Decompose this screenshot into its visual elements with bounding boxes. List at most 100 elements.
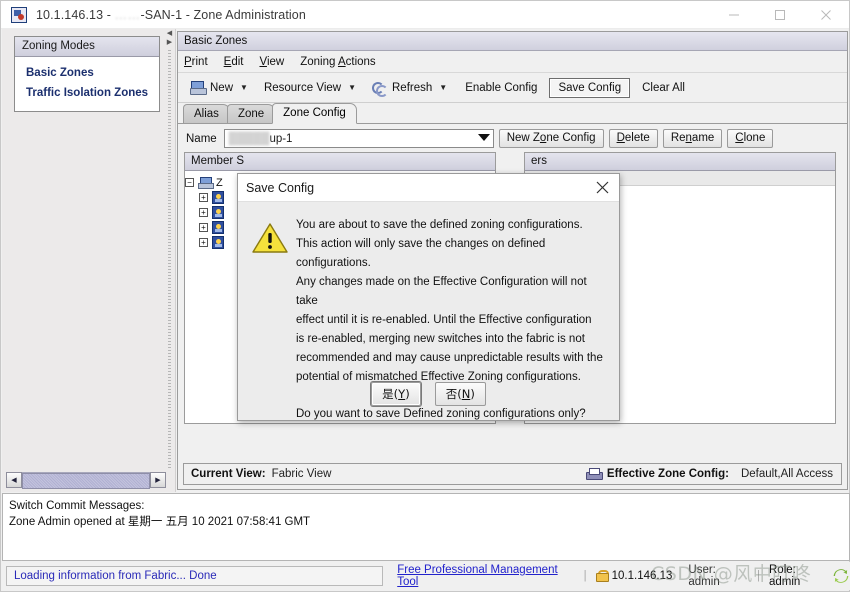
menu-print[interactable]: Print [184,56,208,68]
zone-config-value: up-1 [269,132,293,145]
panel-splitter[interactable]: ◀ ▶ [164,29,175,470]
dialog-message-line: is re-enabled, merging new switches into… [296,333,585,345]
current-user: User: admin [688,564,720,588]
new-icon [190,80,207,95]
commit-messages-title: Switch Commit Messages: [9,500,145,512]
name-label: Name [186,132,217,145]
name-row: Name █████ up-1 New Zone Config Delete Re… [178,124,847,152]
dialog-message-line: Any changes made on the Effective Config… [296,276,587,307]
close-button[interactable] [803,1,849,29]
new-button[interactable]: New ▼ [184,78,254,98]
member-icon [212,221,224,234]
maximize-button[interactable] [757,1,803,29]
member-icon [212,191,224,204]
member-icon [212,206,224,219]
bottom-status-bar: Loading information from Fabric... Done … [2,562,850,590]
refresh-label: Refresh [392,81,433,94]
effective-zone-config-label: Effective Zone Config: [606,468,729,480]
zoning-modes-panel: Zoning Modes Basic Zones Traffic Isolati… [14,36,160,112]
dialog-message-line: recommended and may cause unpredictable … [296,352,603,364]
dialog-yes-button[interactable]: 是(Y) [371,382,421,406]
lock-icon [595,570,609,582]
dialog-message-line: You are about to save the defined zoning… [296,219,583,231]
switch-commit-messages: Switch Commit Messages: Zone Admin opene… [2,493,850,561]
new-zone-config-button[interactable]: New Zone Config [498,129,604,148]
dialog-close-icon[interactable] [585,174,619,202]
sidebar-item-traffic-isolation-zones[interactable]: Traffic Isolation Zones [15,83,159,103]
current-view-value: Fabric View [271,468,332,480]
tree-toggle-icon[interactable]: + [199,223,208,232]
window-title-suffix: -SAN-1 - Zone Administration [140,7,306,22]
zone-config-value-redacted: █████ [228,132,270,145]
rename-button[interactable]: Rename [662,129,723,148]
chevron-down-icon[interactable] [477,134,490,141]
sync-icon[interactable] [832,567,850,585]
tree-toggle-icon[interactable]: − [185,178,194,187]
tree-toggle-icon[interactable]: + [199,238,208,247]
zone-config-select[interactable]: █████ up-1 [223,129,494,148]
user-role-separator: | [757,570,760,582]
connection-ip: 10.1.146.13 [611,570,673,582]
free-professional-management-tool-link[interactable]: Free Professional Management Tool [397,564,574,588]
refresh-button[interactable]: Refresh ▼ [366,78,453,98]
main-panel-title: Basic Zones [178,32,847,51]
zone-administration-window: 10.1.146.13 - ……-SAN-1 - Zone Administra… [0,0,850,592]
enable-config-button[interactable]: Enable Config [457,78,546,97]
delete-button[interactable]: Delete [608,129,658,148]
bottom-separator: | [583,570,587,582]
zoning-modes-title: Zoning Modes [15,37,159,57]
commit-message-line: Zone Admin opened at 星期一 五月 10 2021 07:5… [9,516,311,528]
splitter-grip[interactable] [168,50,171,470]
current-role: Role: admin [769,564,801,588]
tab-alias[interactable]: Alias [183,104,230,123]
minimize-button[interactable] [711,1,757,29]
menu-zoning-actions[interactable]: Zoning Actions [300,56,375,68]
resource-view-dropdown-icon[interactable]: ▼ [348,83,356,92]
scrollbar-track[interactable] [22,472,150,489]
resource-view-button[interactable]: Resource View ▼ [258,79,362,97]
tab-zone-config[interactable]: Zone Config [272,103,357,124]
zone-config-members-header: ers [525,153,835,171]
scroll-right-icon[interactable]: ▶ [150,472,166,488]
loading-status: Loading information from Fabric... Done [6,566,384,586]
window-title: 10.1.146.13 - ……-SAN-1 - Zone Administra… [36,8,306,22]
tab-zone[interactable]: Zone [226,104,276,123]
zoning-modes-list: Basic Zones Traffic Isolation Zones [15,57,159,111]
sidebar: Zoning Modes Basic Zones Traffic Isolati… [2,29,176,492]
sidebar-item-basic-zones[interactable]: Basic Zones [15,63,159,83]
sidebar-horizontal-scrollbar[interactable]: ◀ ▶ [6,472,166,489]
menu-edit[interactable]: Edit [224,56,244,68]
dialog-no-button[interactable]: 否(N) [434,382,486,406]
tree-toggle-icon[interactable]: + [199,208,208,217]
resource-view-label: Resource View [263,81,342,94]
window-title-prefix: 10.1.146.13 - [36,7,115,22]
window-controls [711,1,849,29]
window-title-redacted: …… [114,7,141,22]
menu-view[interactable]: View [259,56,284,68]
save-config-dialog: Save Config You are about to save the de… [237,173,620,421]
switch-icon [11,6,27,23]
scroll-left-icon[interactable]: ◀ [6,472,22,488]
current-view-label: Current View: [191,468,266,480]
tab-bar: Alias Zone Zone Config [178,103,847,124]
clear-all-button[interactable]: Clear All [634,78,693,97]
scrollbar-thumb[interactable] [22,473,150,489]
print-icon[interactable] [585,467,603,481]
tree-toggle-icon[interactable]: + [199,193,208,202]
save-config-button[interactable]: Save Config [549,77,631,98]
dialog-message-line: This action will only save the changes o… [296,238,546,269]
switch-icon [198,176,214,189]
splitter-collapse-left-icon[interactable]: ◀ [167,29,172,38]
effective-zone-config-value: Default,All Access [740,468,833,480]
dialog-question: Do you want to save Defined zoning confi… [296,408,586,420]
clone-button[interactable]: Clone [727,129,774,148]
member-icon [212,236,224,249]
refresh-dropdown-icon[interactable]: ▼ [439,83,447,92]
splitter-collapse-right-icon[interactable]: ▶ [167,38,172,47]
new-dropdown-icon[interactable]: ▼ [240,83,248,92]
toolbar: New ▼ Resource View ▼ Refresh ▼ Enable C… [178,73,847,103]
tree-row-label: Z [216,176,223,189]
title-bar: 10.1.146.13 - ……-SAN-1 - Zone Administra… [1,1,849,29]
menu-bar: Print Edit View Zoning Actions [178,51,847,73]
dialog-buttons: 是(Y) 否(N) [238,382,619,406]
